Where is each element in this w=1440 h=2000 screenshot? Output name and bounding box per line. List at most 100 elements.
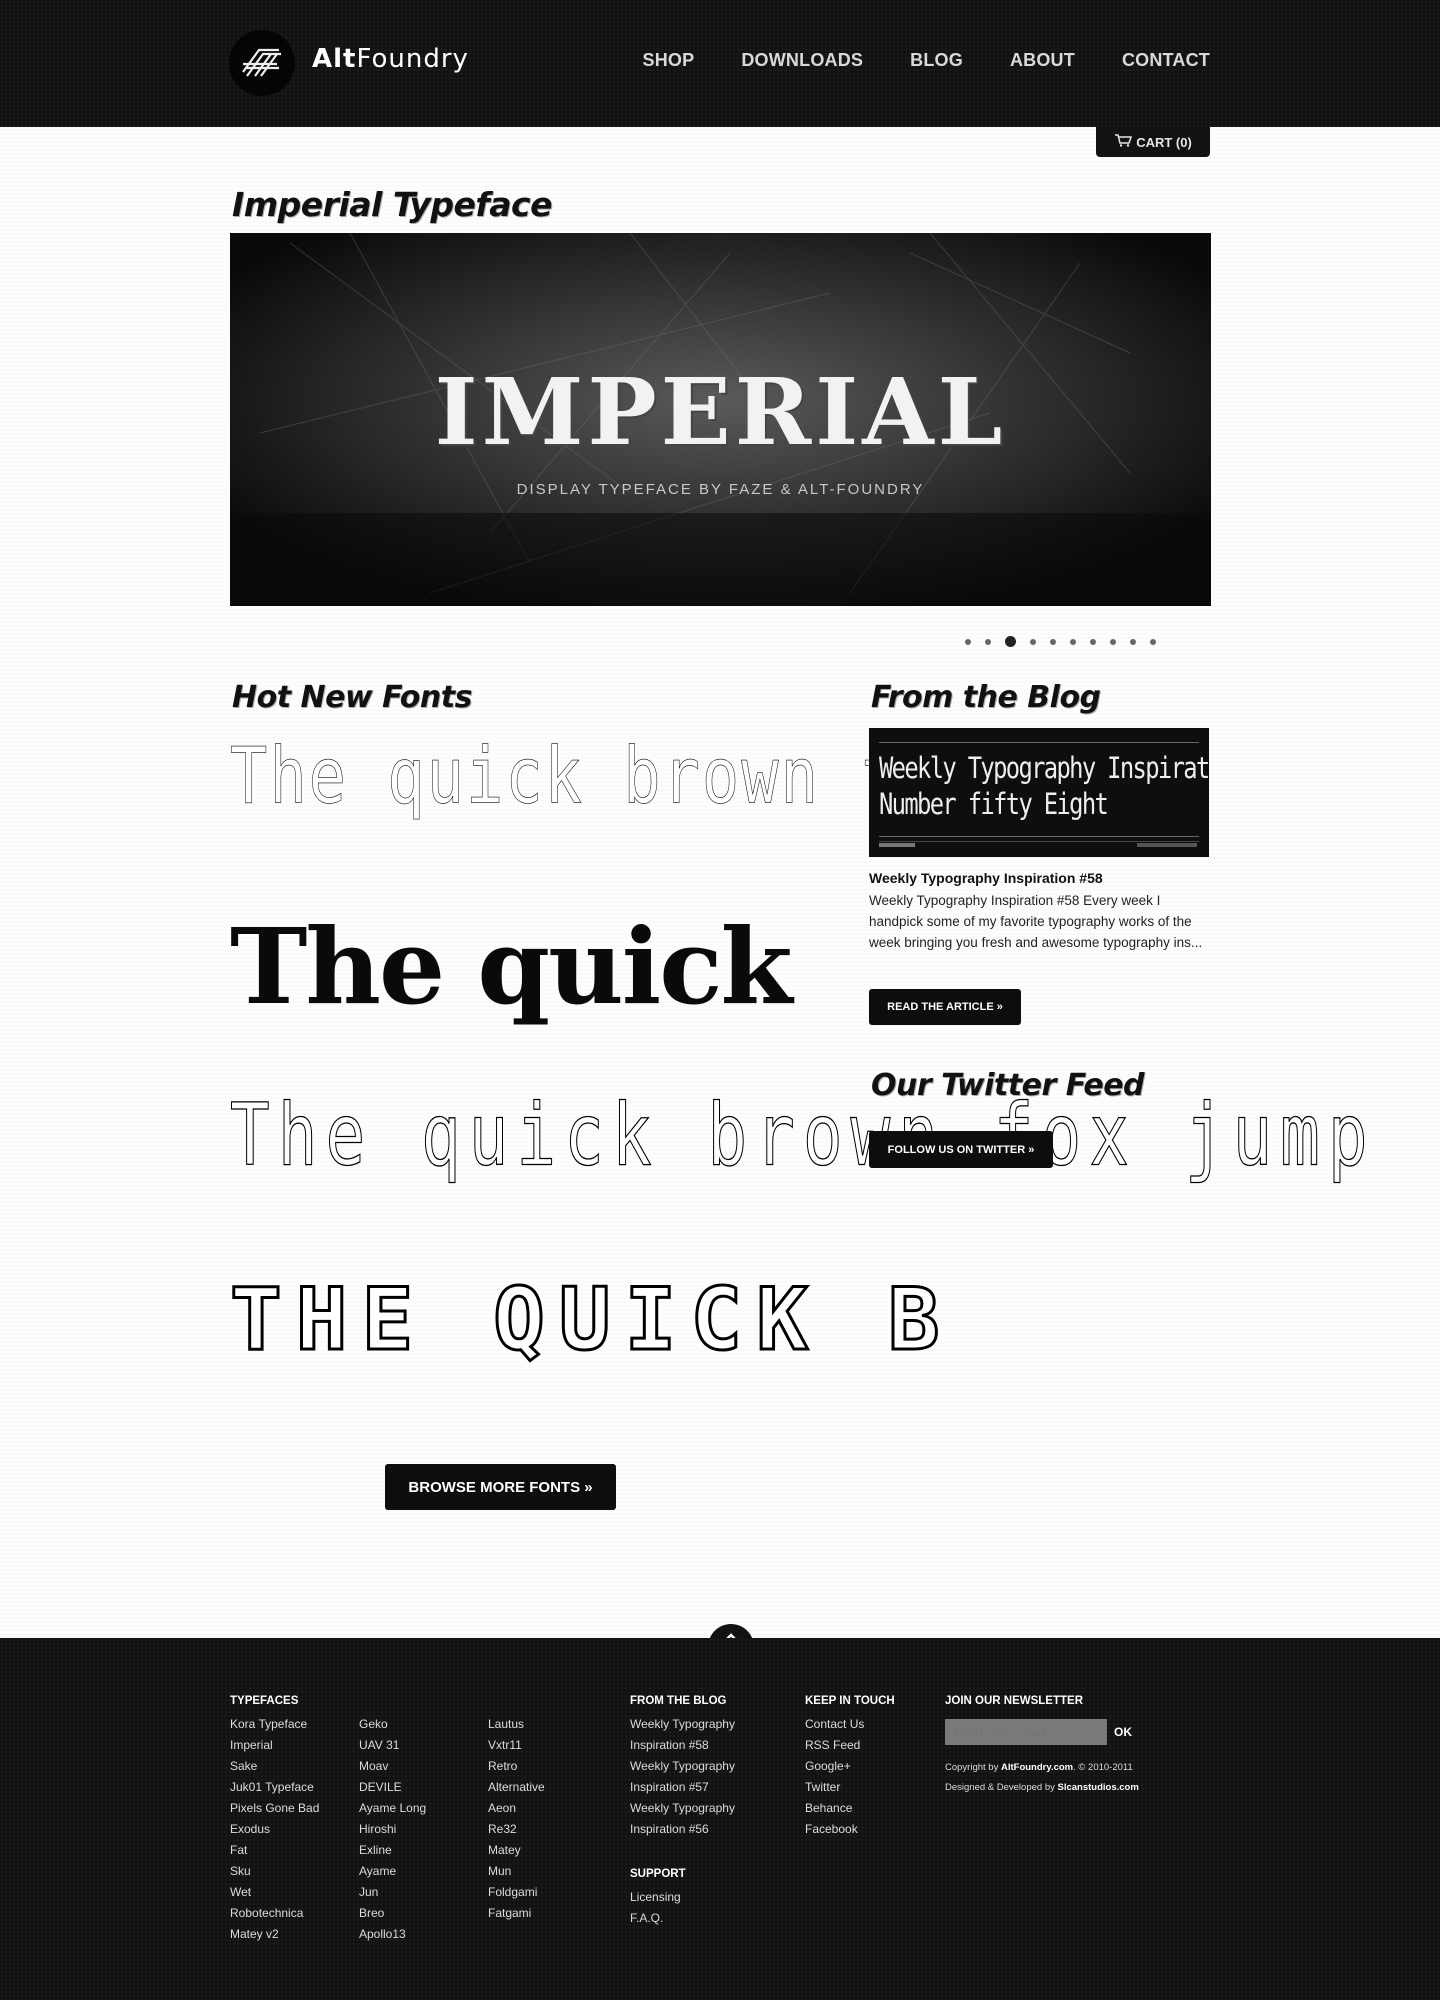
nav-shop[interactable]: SHOP [643, 50, 695, 71]
typeface-link[interactable]: Breo [359, 1903, 426, 1924]
browse-more-fonts-button[interactable]: BROWSE MORE FONTS » [385, 1464, 616, 1510]
slider-dot[interactable] [985, 638, 991, 645]
font-sample[interactable]: THE QUICK B [229, 1269, 954, 1372]
footer-typefaces-col1: TYPEFACES Kora Typeface Imperial Sake Juk01… [230, 1691, 319, 1945]
blog-thumbnail[interactable]: Weekly Typography Inspiration Number fif… [869, 728, 1209, 857]
typeface-link[interactable]: Foldgami [488, 1882, 545, 1903]
typeface-link[interactable]: Matey v2 [230, 1924, 319, 1945]
copyright-site-link[interactable]: AltFoundry.com [1001, 1762, 1073, 1773]
footer-blog-link[interactable]: Inspiration #56 [630, 1819, 735, 1840]
typeface-list: Kora Typeface Imperial Sake Juk01 Typeface P… [230, 1714, 319, 1945]
read-article-button[interactable]: READ THE ARTICLE » [869, 989, 1021, 1025]
slider-pagination [965, 636, 1156, 647]
nav-downloads[interactable]: DOWNLOADS [741, 50, 863, 71]
footer-blog-link[interactable]: Weekly Typography [630, 1756, 735, 1777]
slider-dot[interactable] [1030, 638, 1036, 645]
featured-slider[interactable]: IMPERIAL DISPLAY TYPEFACE BY FAZE & ALT-… [230, 233, 1211, 606]
thumb-rule [879, 742, 1199, 743]
footer-keep-link[interactable]: Facebook [805, 1819, 895, 1840]
typeface-link[interactable]: Moav [359, 1756, 426, 1777]
footer-blog-list: Weekly Typography Inspiration #58 Weekly T… [630, 1714, 735, 1840]
slider-dot[interactable] [1110, 638, 1116, 645]
typeface-link[interactable]: Fatgami [488, 1903, 545, 1924]
slider-dot[interactable] [1130, 638, 1136, 645]
typeface-link[interactable]: Lautus [488, 1714, 545, 1735]
typeface-link[interactable]: Imperial [230, 1735, 319, 1756]
typeface-link[interactable]: Hiroshi [359, 1819, 426, 1840]
footer-typefaces-heading: TYPEFACES [230, 1695, 299, 1707]
thumb-rule [879, 841, 1199, 842]
footer-blog-link[interactable]: Weekly Typography [630, 1798, 735, 1819]
footer-keep-link[interactable]: Google+ [805, 1756, 895, 1777]
slider-dot[interactable] [1150, 638, 1156, 645]
newsletter-email-input[interactable] [945, 1719, 1107, 1745]
thumb-rule [879, 836, 1199, 837]
typeface-link[interactable]: Jun [359, 1882, 426, 1903]
footer-keep-heading: KEEP IN TOUCH [805, 1695, 895, 1707]
typeface-link[interactable]: Apollo13 [359, 1924, 426, 1945]
typeface-link[interactable]: Aeon [488, 1798, 545, 1819]
footer-keep-link[interactable]: Twitter [805, 1777, 895, 1798]
slider-dot[interactable] [1070, 638, 1076, 645]
typeface-link[interactable]: Robotechnica [230, 1903, 319, 1924]
hero-subtitle: DISPLAY TYPEFACE BY FAZE & ALT-FOUNDRY [516, 481, 925, 498]
logo-icon[interactable] [229, 30, 295, 96]
typeface-link[interactable]: DEVILE [359, 1777, 426, 1798]
font-sample[interactable]: The quick [230, 905, 793, 1028]
typeface-link[interactable]: Retro [488, 1756, 545, 1777]
hot-fonts-title: Hot New Fonts [232, 680, 472, 715]
slider-dot[interactable] [1090, 638, 1096, 645]
nav-about[interactable]: ABOUT [1010, 50, 1075, 71]
footer-support-link[interactable]: Licensing [630, 1887, 735, 1908]
typeface-link[interactable]: UAV 31 [359, 1735, 426, 1756]
typeface-link[interactable]: Mun [488, 1861, 545, 1882]
typeface-link[interactable]: Sku [230, 1861, 319, 1882]
footer-blog-link[interactable]: Inspiration #58 [630, 1735, 735, 1756]
typeface-link[interactable]: Juk01 Typeface [230, 1777, 319, 1798]
typeface-link[interactable]: Vxtr11 [488, 1735, 545, 1756]
footer-keep-list: Contact Us RSS Feed Google+ Twitter Behance F… [805, 1714, 895, 1840]
newsletter-ok-button[interactable]: OK [1114, 1725, 1132, 1739]
designer-link[interactable]: Slcanstudios.com [1058, 1782, 1139, 1793]
typeface-link[interactable]: Alternative [488, 1777, 545, 1798]
typeface-link[interactable]: Wet [230, 1882, 319, 1903]
blog-post-title[interactable]: Weekly Typography Inspiration #58 [869, 870, 1103, 886]
nav-contact[interactable]: CONTACT [1122, 50, 1210, 71]
slider-dot[interactable] [965, 638, 971, 645]
typeface-link[interactable]: Pixels Gone Bad [230, 1798, 319, 1819]
footer-keep-col: KEEP IN TOUCH Contact Us RSS Feed Google+ T… [805, 1691, 895, 1840]
footer-support-link[interactable]: F.A.Q. [630, 1908, 735, 1929]
main-nav: SHOP DOWNLOADS BLOG ABOUT CONTACT [596, 50, 1210, 74]
footer-support-heading: SUPPORT [630, 1868, 686, 1880]
blog-post-excerpt: Weekly Typography Inspiration #58 Every … [869, 893, 1203, 950]
typeface-link[interactable]: Ayame [359, 1861, 426, 1882]
footer-keep-link[interactable]: Contact Us [805, 1714, 895, 1735]
typeface-link[interactable]: Fat [230, 1840, 319, 1861]
brand-name-bold: Alt [312, 44, 357, 74]
brand-name[interactable]: AltFoundry [312, 44, 469, 74]
typeface-link[interactable]: Re32 [488, 1819, 545, 1840]
blog-title: From the Blog [871, 680, 1101, 715]
typeface-link[interactable]: Ayame Long [359, 1798, 426, 1819]
typeface-link[interactable]: Sake [230, 1756, 319, 1777]
footer-blog-link[interactable]: Weekly Typography [630, 1714, 735, 1735]
featured-title: Imperial Typeface [232, 185, 552, 224]
footer-keep-link[interactable]: RSS Feed [805, 1735, 895, 1756]
slider-dot-active[interactable] [1005, 636, 1016, 647]
typeface-link[interactable]: Exodus [230, 1819, 319, 1840]
footer-keep-link[interactable]: Behance [805, 1798, 895, 1819]
cart-label: CART (0) [1136, 134, 1192, 150]
typeface-link[interactable]: Geko [359, 1714, 426, 1735]
typeface-link[interactable]: Exline [359, 1840, 426, 1861]
typeface-link[interactable]: Kora Typeface [230, 1714, 319, 1735]
cart-button[interactable]: CART (0) [1096, 127, 1210, 157]
footer-blog-link[interactable]: Inspiration #57 [630, 1777, 735, 1798]
footer-blog-heading: FROM THE BLOG [630, 1695, 727, 1707]
slider-dot[interactable] [1050, 638, 1056, 645]
typeface-link[interactable]: Matey [488, 1840, 545, 1861]
nav-blog[interactable]: BLOG [910, 50, 963, 71]
copyright-prefix: Copyright by [945, 1762, 1001, 1773]
hero-title: IMPERIAL [434, 358, 1007, 466]
font-sample[interactable]: The quick brown fox jump [230, 1084, 1376, 1185]
follow-twitter-button[interactable]: FOLLOW US ON TWITTER » [869, 1131, 1053, 1168]
